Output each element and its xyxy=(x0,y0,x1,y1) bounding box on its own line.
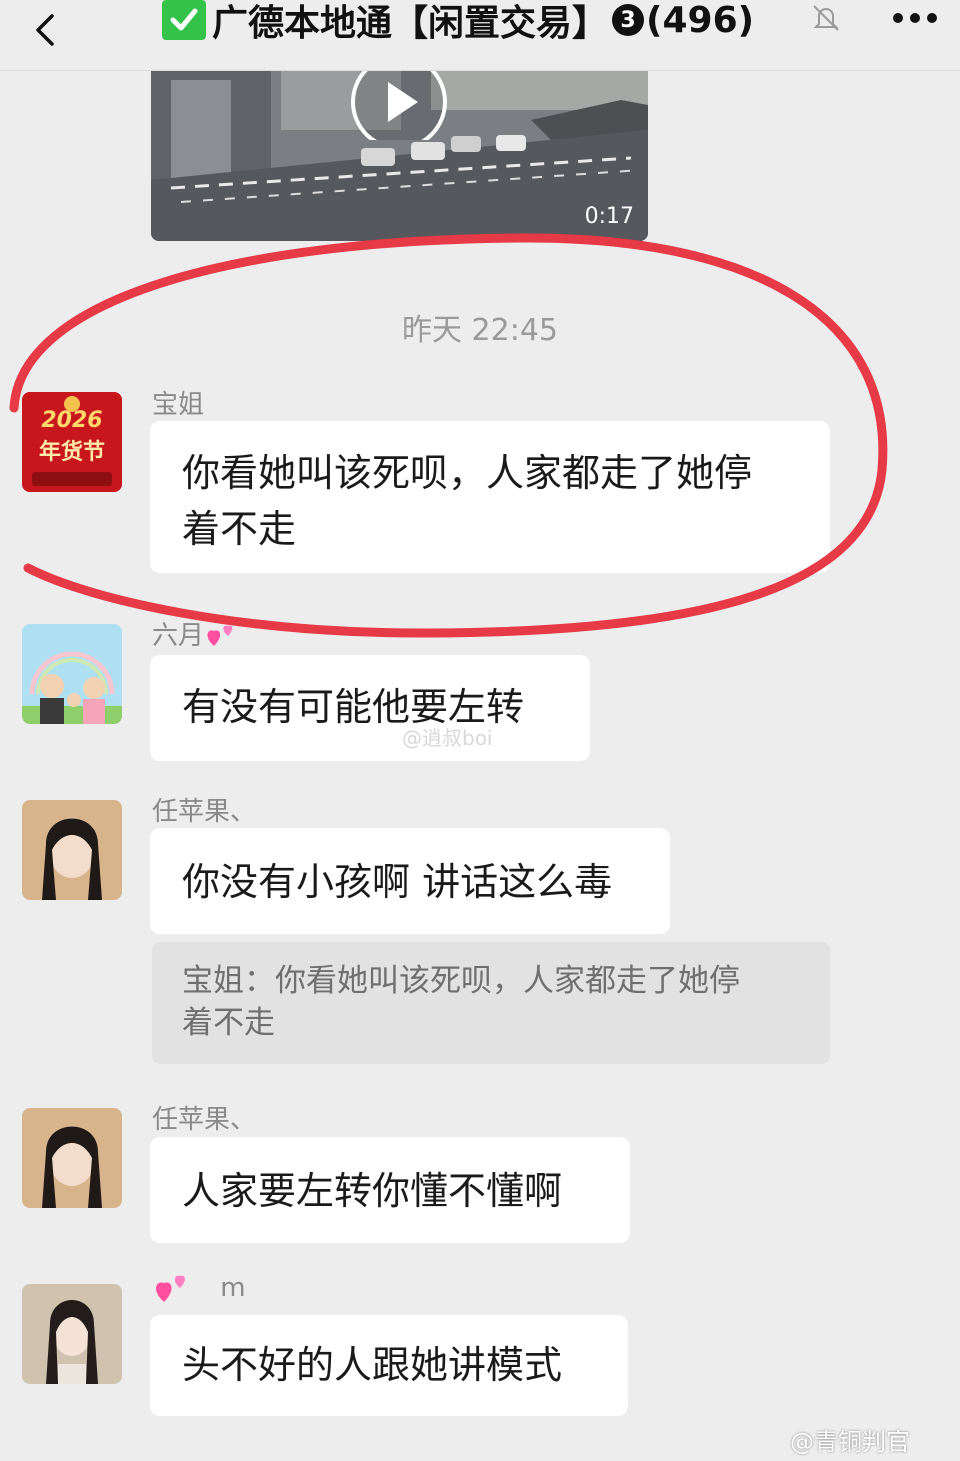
more-dots-icon[interactable] xyxy=(890,4,940,32)
avatar-image xyxy=(22,1108,122,1208)
avatar[interactable] xyxy=(22,1284,122,1384)
video-message[interactable]: 0:17 xyxy=(151,70,648,241)
message-bubble[interactable]: 你看她叫该死呗，人家都走了她停 着不走 xyxy=(150,421,830,573)
avatar[interactable]: 2026 年货节 xyxy=(22,392,122,492)
chat-header: 广德本地通【闲置交易】 3 (496) xyxy=(0,0,960,71)
watermark-center: @逍叔boi xyxy=(402,726,493,750)
play-icon[interactable] xyxy=(348,70,450,140)
sender-name: 宝姐 xyxy=(152,390,205,420)
two-hearts-icon xyxy=(156,1275,185,1302)
avatar-text: 2026 xyxy=(41,408,103,433)
member-count: (496) xyxy=(646,0,755,41)
watermark-bottom: @青铜判官 xyxy=(790,1428,910,1456)
unread-badge: 3 xyxy=(612,4,645,36)
chat-title-text: 广德本地通【闲置交易】 xyxy=(212,3,609,44)
two-hearts-icon xyxy=(207,625,233,646)
message-bubble[interactable]: 你没有小孩啊 讲话这么毒 xyxy=(150,828,670,934)
sender-name: 六月 xyxy=(152,615,240,652)
sender-name: m xyxy=(152,1270,246,1306)
check-mark-icon xyxy=(162,0,206,40)
avatar-image xyxy=(22,624,122,724)
chevron-left-icon[interactable] xyxy=(26,10,66,50)
avatar[interactable] xyxy=(22,1108,122,1208)
quote-text: 宝姐：你看她叫该死呗，人家都走了她停 xyxy=(182,963,740,999)
message-text: 人家要左转你懂不懂啊 xyxy=(182,1169,563,1213)
avatar-subtext: 年货节 xyxy=(38,440,105,465)
sender-name: 任苹果、 xyxy=(152,1105,257,1135)
quoted-message[interactable]: 宝姐：你看她叫该死呗，人家都走了她停 着不走 xyxy=(152,942,830,1064)
quote-text: 着不走 xyxy=(182,1005,275,1041)
message-bubble[interactable]: 头不好的人跟她讲模式 xyxy=(150,1315,628,1416)
message-timestamp: 昨天 22:45 xyxy=(402,313,558,348)
message-text: 有没有可能他要左转 xyxy=(182,685,525,729)
avatar[interactable] xyxy=(22,800,122,900)
bell-muted-icon xyxy=(813,5,839,31)
message-text: 你看她叫该死呗，人家都走了她停 xyxy=(182,451,753,495)
sender-name: 任苹果、 xyxy=(152,797,257,827)
video-duration: 0:17 xyxy=(584,204,634,229)
message-text: 着不走 xyxy=(182,507,297,551)
avatar-image xyxy=(22,800,122,900)
chat-title[interactable]: 广德本地通【闲置交易】 3 (496) xyxy=(162,0,755,44)
message-text: 你没有小孩啊 讲话这么毒 xyxy=(182,860,613,904)
message-bubble[interactable]: 人家要左转你懂不懂啊 xyxy=(150,1137,630,1243)
avatar[interactable] xyxy=(22,624,122,724)
message-bubble[interactable]: 有没有可能他要左转 xyxy=(150,655,590,761)
message-text: 头不好的人跟她讲模式 xyxy=(182,1343,563,1387)
avatar-image xyxy=(22,1284,122,1384)
